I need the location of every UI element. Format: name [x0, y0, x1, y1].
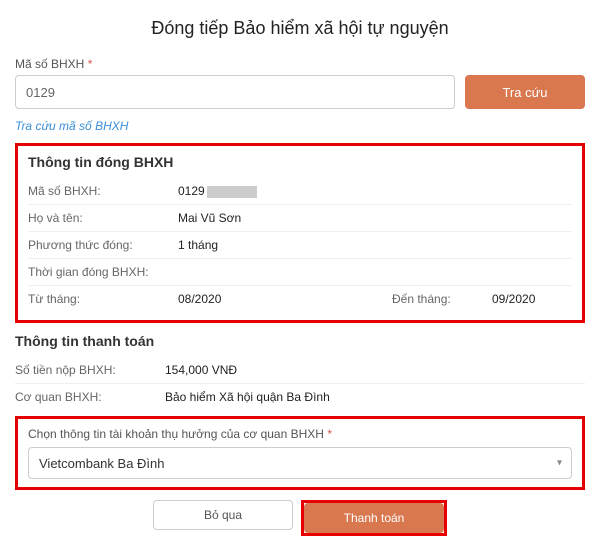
chevron-down-icon: ▾	[557, 458, 562, 469]
lookup-section: Mã số BHXH * Tra cứu Tra cứu mã số BHXH	[15, 57, 585, 143]
redacted-block	[207, 186, 257, 198]
footer-buttons: Bỏ qua Thanh toán	[15, 500, 585, 536]
bhxh-code-input[interactable]	[15, 75, 455, 109]
info-row-period: Thời gian đóng BHXH:	[28, 259, 572, 286]
payment-amount-label: Số tiền nộp BHXH:	[15, 363, 165, 377]
info-code-label: Mã số BHXH:	[28, 184, 178, 198]
account-selected-value: Vietcombank Ba Đình	[39, 456, 165, 471]
lookup-code-link[interactable]: Tra cứu mã số BHXH	[15, 119, 128, 133]
info-name-label: Họ và tên:	[28, 211, 178, 225]
account-select-wrap: Vietcombank Ba Đình ▾	[28, 447, 572, 479]
required-mark: *	[327, 427, 332, 441]
lookup-button[interactable]: Tra cứu	[465, 75, 585, 109]
account-select-label: Chọn thông tin tài khoản thụ hưởng của c…	[28, 427, 572, 441]
info-row-range: Từ tháng: 08/2020 Đến tháng: 09/2020	[28, 286, 572, 312]
info-row-code: Mã số BHXH: 0129	[28, 178, 572, 205]
payment-agency-label: Cơ quan BHXH:	[15, 390, 165, 404]
pay-button[interactable]: Thanh toán	[304, 503, 444, 533]
account-select[interactable]: Vietcombank Ba Đình	[28, 447, 572, 479]
info-from-label: Từ tháng:	[28, 292, 178, 306]
info-from-value: 08/2020	[178, 292, 392, 306]
info-box: Thông tin đóng BHXH Mã số BHXH: 0129 Họ …	[15, 143, 585, 323]
info-method-label: Phương thức đóng:	[28, 238, 178, 252]
account-box: Chọn thông tin tài khoản thụ hưởng của c…	[15, 416, 585, 490]
info-to-label: Đến tháng:	[392, 292, 492, 306]
info-period-value	[178, 265, 572, 279]
payment-amount-value: 154,000 VNĐ	[165, 363, 585, 377]
payment-section-title: Thông tin thanh toán	[15, 333, 585, 349]
info-method-value: 1 tháng	[178, 238, 572, 252]
pay-button-highlight: Thanh toán	[301, 500, 447, 536]
info-period-label: Thời gian đóng BHXH:	[28, 265, 178, 279]
info-row-name: Họ và tên: Mai Vũ Sơn	[28, 205, 572, 232]
skip-button[interactable]: Bỏ qua	[153, 500, 293, 530]
payment-row-amount: Số tiền nộp BHXH: 154,000 VNĐ	[15, 357, 585, 384]
page-title: Đóng tiếp Bảo hiểm xã hội tự nguyện	[15, 18, 585, 39]
payment-agency-value: Bảo hiểm Xã hội quận Ba Đình	[165, 390, 585, 404]
info-code-value: 0129	[178, 184, 572, 198]
info-to-value: 09/2020	[492, 292, 572, 306]
info-name-value: Mai Vũ Sơn	[178, 211, 572, 225]
payment-section: Thông tin thanh toán Số tiền nộp BHXH: 1…	[15, 333, 585, 410]
info-row-method: Phương thức đóng: 1 tháng	[28, 232, 572, 259]
required-mark: *	[88, 57, 93, 71]
payment-row-agency: Cơ quan BHXH: Bảo hiểm Xã hội quận Ba Đì…	[15, 384, 585, 410]
info-section-title: Thông tin đóng BHXH	[28, 154, 572, 170]
code-field-label: Mã số BHXH *	[15, 57, 585, 71]
